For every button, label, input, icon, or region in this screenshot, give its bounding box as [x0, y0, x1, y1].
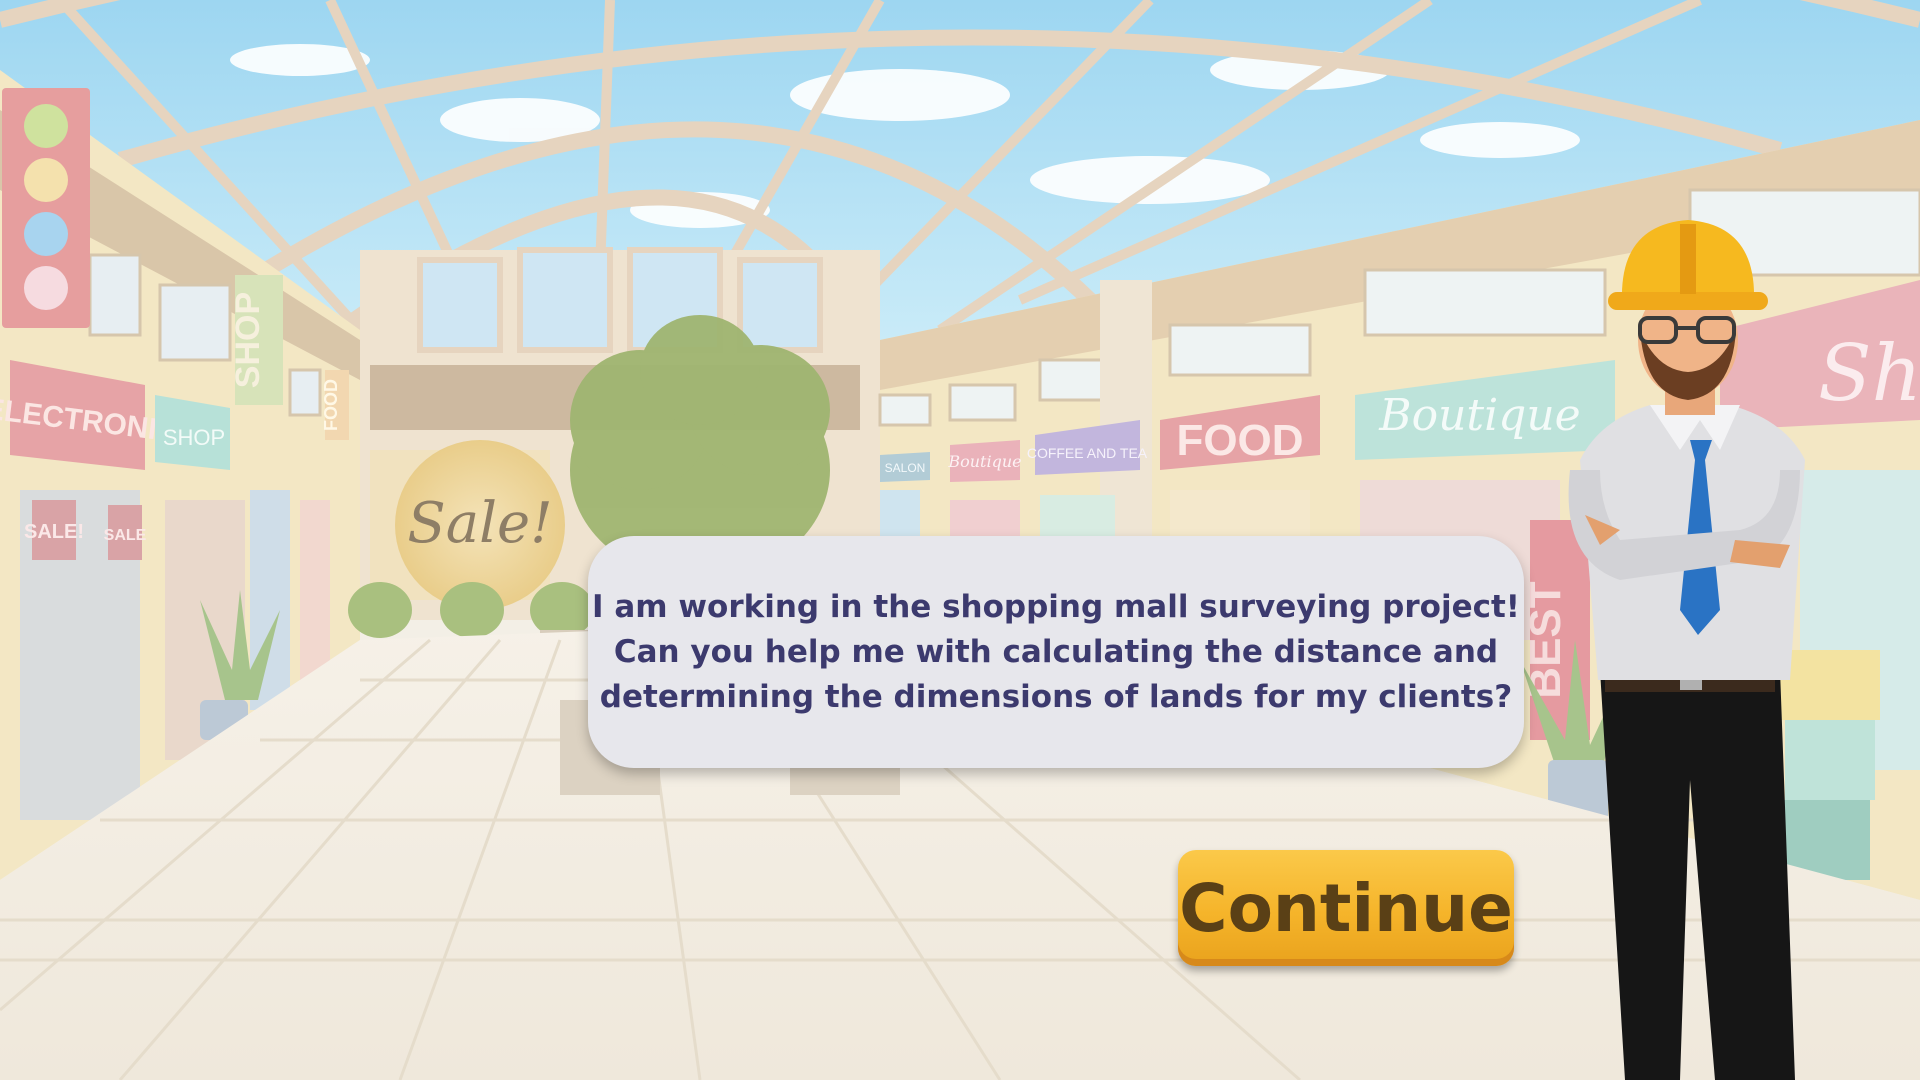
sign-shop-small: SHOP: [163, 425, 225, 450]
sign-food-small: FOOD: [321, 379, 341, 431]
dialog-text: I am working in the shopping mall survey…: [592, 588, 1520, 715]
sign-food: FOOD: [1176, 416, 1303, 465]
sign-coffee-tea: COFFEE AND TEA: [1027, 445, 1148, 461]
continue-button[interactable]: Continue: [1178, 850, 1514, 966]
sign-shop-right: Sh: [1818, 329, 1920, 419]
sign-sale-1: SALE!: [24, 521, 84, 543]
sign-sale-big: Sale!: [407, 491, 552, 556]
sign-boutique-small: Boutique: [947, 452, 1021, 471]
dialog-box: I am working in the shopping mall survey…: [588, 536, 1524, 768]
sign-shop: SHOP: [229, 292, 267, 388]
sign-sale-2: SALE: [104, 527, 147, 544]
sign-boutique: Boutique: [1378, 390, 1580, 441]
sign-salon: SALON: [885, 461, 926, 475]
